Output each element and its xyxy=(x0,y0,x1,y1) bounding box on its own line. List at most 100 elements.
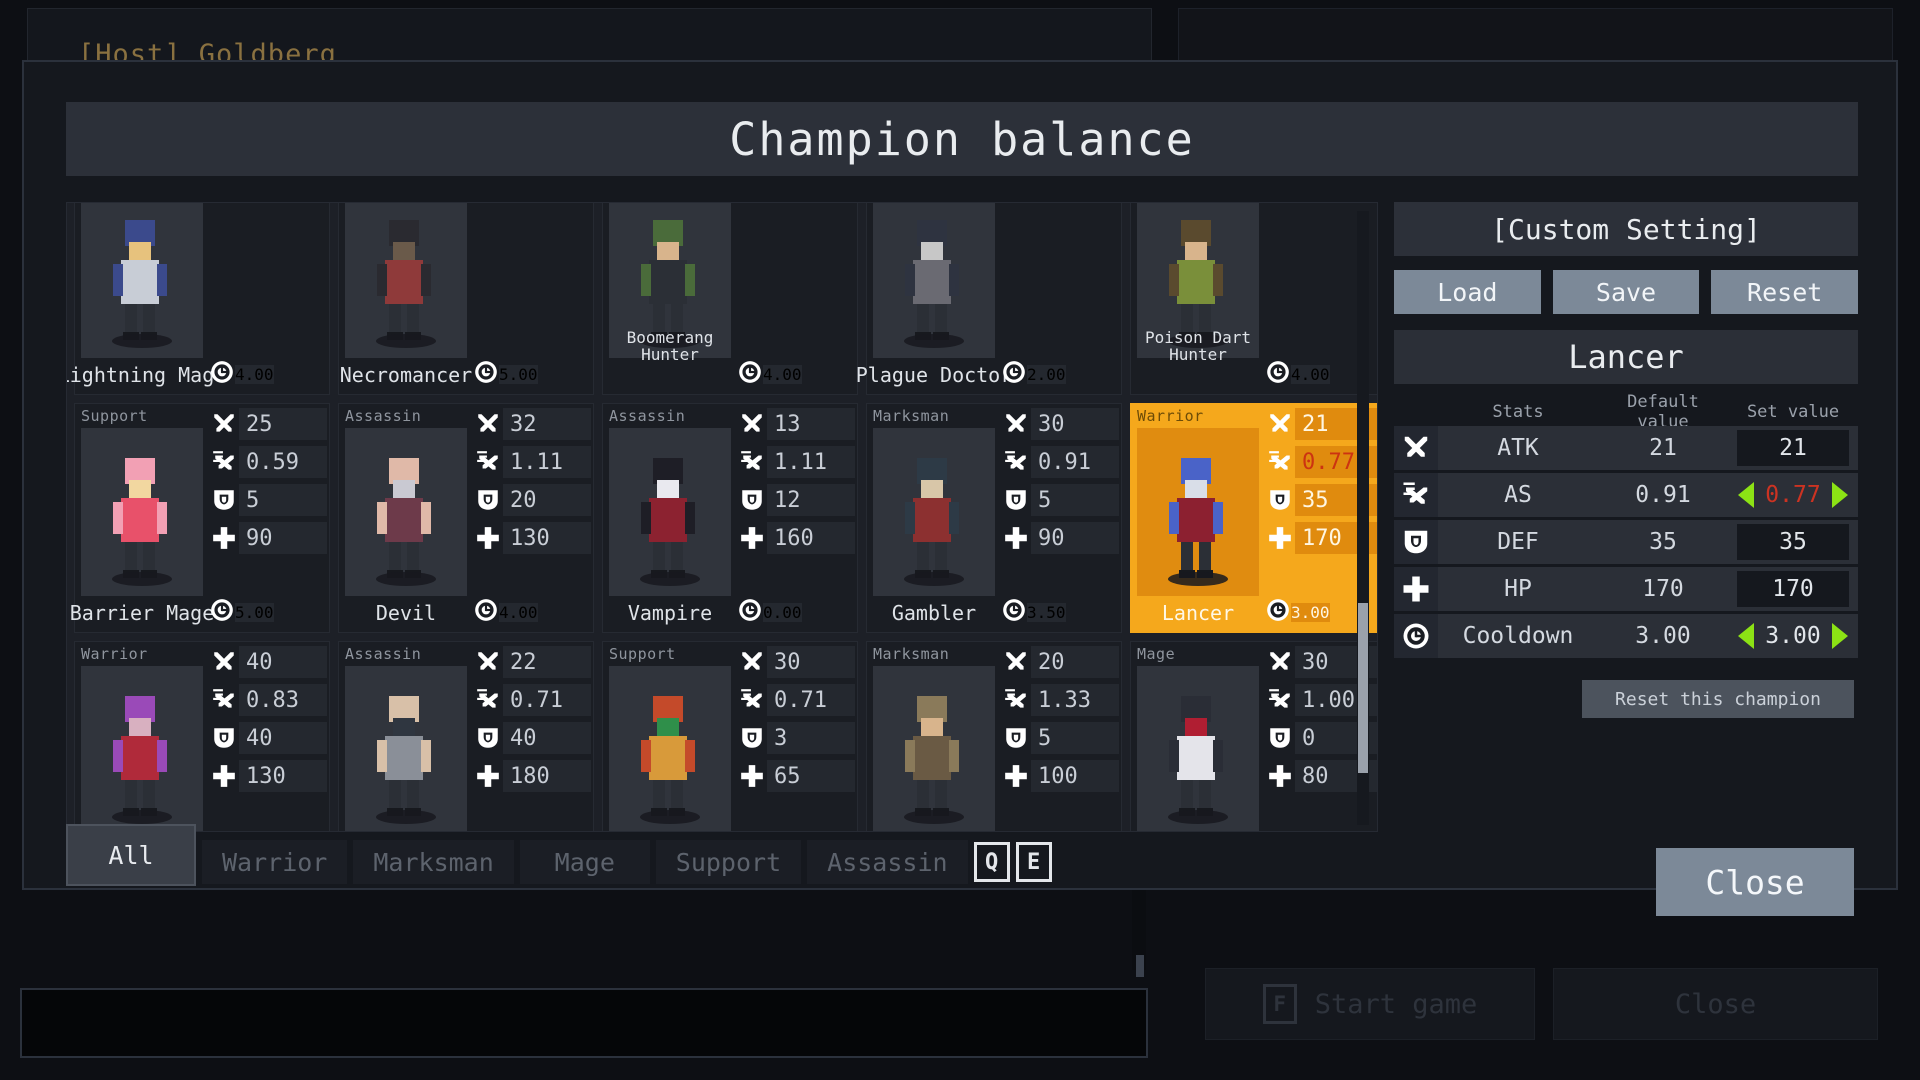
champion-portrait xyxy=(873,428,995,596)
attack-speed-icon xyxy=(475,449,501,475)
stat-row-set-value-cell[interactable]: 35 xyxy=(1728,520,1858,564)
champion-role-label: Warrior xyxy=(1137,407,1204,425)
tab-mage[interactable]: Mage xyxy=(519,840,650,884)
champion-card[interactable]: SupportPlague Doctor 200 2.00 xyxy=(856,203,1122,395)
q-key-icon[interactable]: Q xyxy=(973,842,1010,882)
stat-def-row: 40 xyxy=(209,720,327,756)
stat-def-value: 40 xyxy=(239,722,327,754)
stat-row-set-value[interactable]: 35 xyxy=(1737,524,1849,560)
champion-card[interactable]: MarksmanPoison DartHunter 130 4.00 xyxy=(1130,203,1377,395)
champion-card[interactable]: MarksmanGunner 20 1.33 5 100 0.00 xyxy=(866,641,1122,831)
stat-icon-wrap xyxy=(473,763,503,789)
champion-stat-column: 130 xyxy=(1265,203,1377,206)
stat-icon-wrap xyxy=(473,525,503,551)
tab-warrior[interactable]: Warrior xyxy=(202,840,348,884)
champion-role-label: Support xyxy=(81,407,148,425)
stat-icon-wrap xyxy=(737,359,763,389)
stat-row-set-value-cell[interactable]: 0.77 xyxy=(1728,473,1858,517)
stat-cooldown-value: 4.00 xyxy=(235,364,274,384)
atk-icon xyxy=(1267,411,1293,437)
stat-icon-wrap xyxy=(209,411,239,437)
reset-button[interactable]: Reset xyxy=(1711,270,1859,314)
tab-assassin[interactable]: Assassin xyxy=(807,840,968,884)
chat-scrollbar-thumb[interactable] xyxy=(1136,955,1144,977)
champion-card[interactable]: Marksman Gambler 30 0.91 5 90 3.50 xyxy=(866,403,1122,633)
lobby-close-button[interactable]: Close xyxy=(1553,968,1878,1040)
page-title: Champion balance xyxy=(729,112,1195,166)
tab-marksman[interactable]: Marksman xyxy=(353,840,514,884)
champion-sprite xyxy=(87,680,197,830)
reset-this-champion-button[interactable]: Reset this champion xyxy=(1582,680,1854,718)
attack-speed-icon xyxy=(739,687,765,713)
cooldown-icon xyxy=(1265,359,1291,385)
stat-icon-wrap xyxy=(1001,487,1031,513)
stat-as-value: 0.83 xyxy=(239,684,327,716)
stat-row-set-value[interactable]: 0.77 xyxy=(1754,477,1832,513)
stat-icon-wrap xyxy=(1001,359,1027,389)
stat-hp-row: 90 xyxy=(209,520,327,556)
champion-sprite xyxy=(351,204,461,354)
stat-cooldown-value: 5.00 xyxy=(499,364,538,384)
champion-card[interactable]: Warrior Lancer 21 0.77 35 170 3.00 xyxy=(1130,403,1377,633)
stat-icon-wrap xyxy=(1265,525,1295,551)
stat-icon-wrap xyxy=(473,359,499,389)
champion-card[interactable]: AssassinExecutioner 22 0.71 40 180 3. xyxy=(338,641,594,831)
tab-support[interactable]: Support xyxy=(655,840,802,884)
attack-speed-icon xyxy=(211,449,237,475)
champion-card[interactable]: SupportBard 30 0.71 3 65 5.00 xyxy=(602,641,858,831)
champion-card[interactable]: MageNecromancer 110 5.00 xyxy=(338,203,594,395)
decrement-arrow-icon[interactable] xyxy=(1738,623,1754,649)
def-icon xyxy=(475,725,501,751)
chat-input[interactable] xyxy=(20,988,1148,1058)
stat-icon-wrap xyxy=(209,449,239,475)
atk-icon xyxy=(1003,649,1029,675)
stat-row-set-value[interactable]: 170 xyxy=(1737,571,1849,607)
champion-sprite xyxy=(615,680,725,830)
champion-card[interactable]: Assassin Vampire 13 1.11 12 160 0.00 xyxy=(602,403,858,633)
champion-card[interactable]: MageLightning Mage 80 4.00 xyxy=(67,203,330,395)
stat-row-default-value: 0.91 xyxy=(1598,473,1728,517)
e-key-icon[interactable]: E xyxy=(1015,842,1052,882)
stat-row-default-value: 21 xyxy=(1598,426,1728,470)
stat-cooldown-row: 3.50 xyxy=(1001,595,1119,629)
stat-icon-wrap xyxy=(1265,763,1295,789)
stat-as-row: 0.59 xyxy=(209,444,327,480)
stat-row-set-value[interactable]: 3.00 xyxy=(1754,618,1832,654)
champion-card[interactable]: WarriorDual blader 40 0.83 40 130 2.0 xyxy=(74,641,330,831)
role-filter-tabs: All Warrior Marksman Mage Support Assassin Q E xyxy=(66,824,1052,888)
stat-def-row: 40 xyxy=(473,720,591,756)
increment-arrow-icon[interactable] xyxy=(1832,623,1848,649)
save-button[interactable]: Save xyxy=(1552,270,1700,314)
stat-hp-value: 90 xyxy=(1031,522,1119,554)
def-icon xyxy=(1267,487,1293,513)
stat-def-value: 20 xyxy=(503,484,591,516)
start-game-button[interactable]: F Start game xyxy=(1205,968,1535,1040)
stat-row-default-value: 3.00 xyxy=(1598,614,1728,658)
stat-row-cooldown: Cooldown 3.00 3.00 xyxy=(1394,614,1858,658)
cooldown-icon xyxy=(737,359,763,385)
stat-icon-wrap xyxy=(209,487,239,513)
champion-sprite xyxy=(1143,442,1253,592)
stat-row-set-value[interactable]: 21 xyxy=(1737,430,1849,466)
stat-icon-wrap xyxy=(1001,449,1031,475)
stat-row-set-value-cell[interactable]: 3.00 xyxy=(1728,614,1858,658)
stat-def-row: 3 xyxy=(737,720,855,756)
decrement-arrow-icon[interactable] xyxy=(1738,482,1754,508)
increment-arrow-icon[interactable] xyxy=(1832,482,1848,508)
stat-row-set-value-cell[interactable]: 21 xyxy=(1728,426,1858,470)
hp-icon xyxy=(211,525,237,551)
champion-grid-scrollbar-thumb[interactable] xyxy=(1358,603,1368,773)
champion-card[interactable]: Support Barrier Mage 25 0.59 5 90 5.00 xyxy=(70,403,330,633)
champion-card[interactable]: MarksmanBoomerangHunter 80 4.00 xyxy=(602,203,858,395)
champion-portrait xyxy=(1137,666,1259,831)
stat-as-row: 0.71 xyxy=(473,682,591,718)
stat-row-icon xyxy=(1394,614,1438,658)
close-button[interactable]: Close xyxy=(1656,848,1854,916)
tab-all[interactable]: All xyxy=(66,824,196,886)
champion-card[interactable]: Assassin Devil 32 1.11 20 130 4.00 xyxy=(338,403,594,633)
stat-icon-wrap xyxy=(1001,687,1031,713)
champion-role-label: Mage xyxy=(1137,645,1176,663)
champion-card[interactable]: MageIllusionist 30 1.00 0 80 3.40 xyxy=(1130,641,1377,831)
load-button[interactable]: Load xyxy=(1394,270,1541,314)
stat-row-set-value-cell[interactable]: 170 xyxy=(1728,567,1858,611)
